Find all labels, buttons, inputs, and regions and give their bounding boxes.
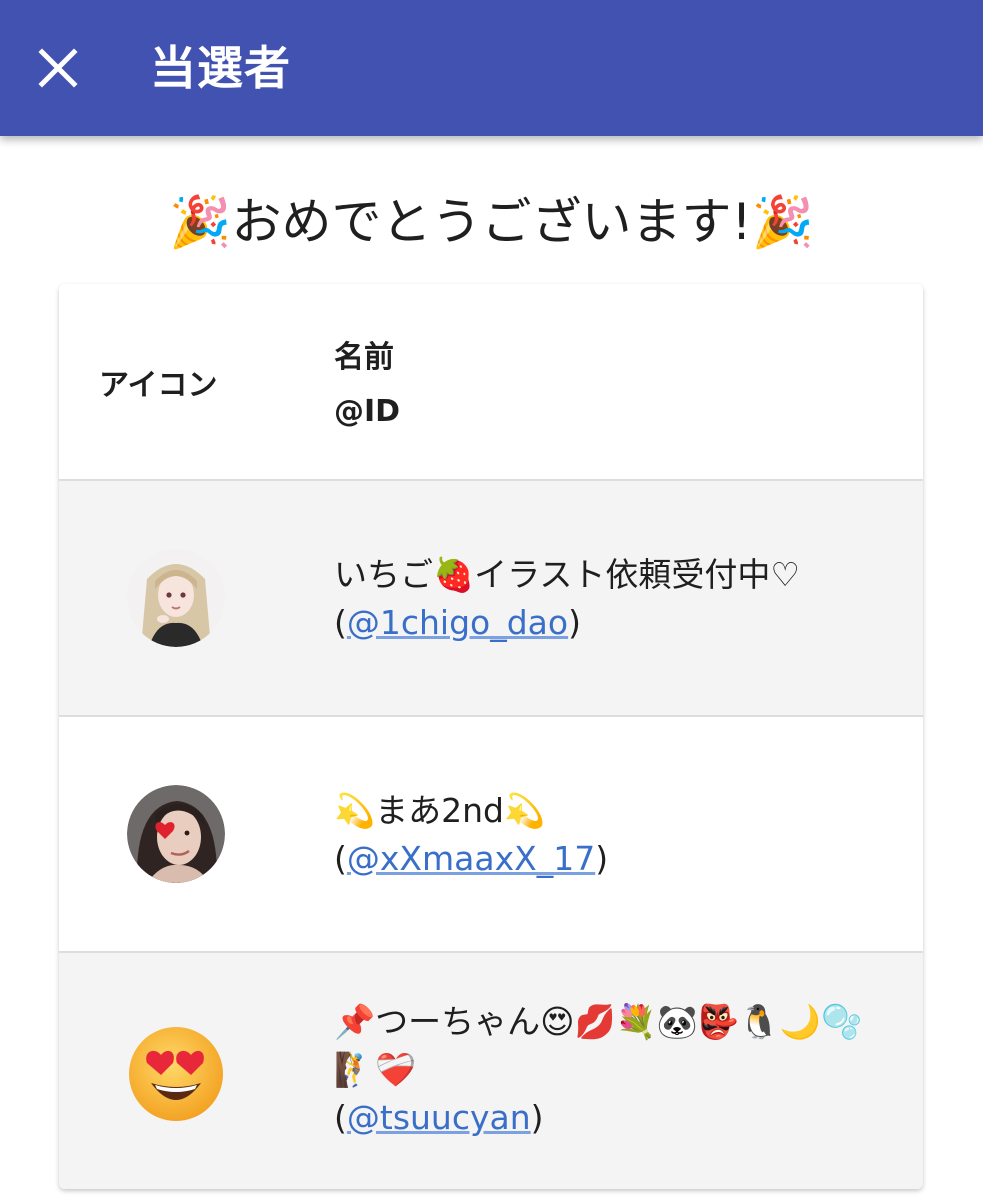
paren-close: )	[530, 1098, 544, 1137]
paren-open: (	[334, 839, 347, 878]
congratulations-heading: 🎉おめでとうございます!🎉	[169, 193, 814, 251]
app-bar: 当選者	[0, 0, 983, 136]
page-title: 当選者	[150, 41, 291, 95]
close-button[interactable]	[28, 38, 88, 98]
user-id-link[interactable]: @tsuucyan	[347, 1098, 531, 1137]
column-header-id: @ID	[334, 394, 401, 429]
paren-open: (	[334, 603, 347, 642]
winner-name: 📌つーちゃん😍💋💐🐼👺🐧🌙🫧🧗❤️‍🩹	[334, 1002, 863, 1089]
column-header-name: 名前	[334, 340, 394, 375]
winner-name: いちご🍓イラスト依頼受付中♡	[334, 555, 801, 594]
avatar	[127, 549, 225, 647]
avatar	[127, 785, 225, 883]
user-id-link[interactable]: @1chigo_dao	[347, 603, 568, 642]
winners-table: アイコン 名前 @ID いちご🍓イラスト依頼受付中♡ (@1chigo_dao)…	[59, 284, 923, 1189]
paren-close: )	[568, 603, 581, 642]
avatar	[127, 1025, 225, 1123]
close-icon	[38, 48, 78, 88]
paren-open: (	[334, 1098, 347, 1137]
column-header-icon: アイコン	[99, 368, 218, 403]
table-row: いちご🍓イラスト依頼受付中♡ (@1chigo_dao)	[59, 481, 923, 717]
table-row: 📌つーちゃん😍💋💐🐼👺🐧🌙🫧🧗❤️‍🩹 (@tsuucyan)	[59, 953, 923, 1189]
user-id-link[interactable]: @xXmaaxX_17	[347, 839, 595, 878]
table-header-row: アイコン 名前 @ID	[59, 284, 923, 481]
table-row: 💫まあ2nd💫 (@xXmaaxX_17)	[59, 717, 923, 953]
winner-name: 💫まあ2nd💫	[334, 791, 546, 830]
paren-close: )	[595, 839, 609, 878]
